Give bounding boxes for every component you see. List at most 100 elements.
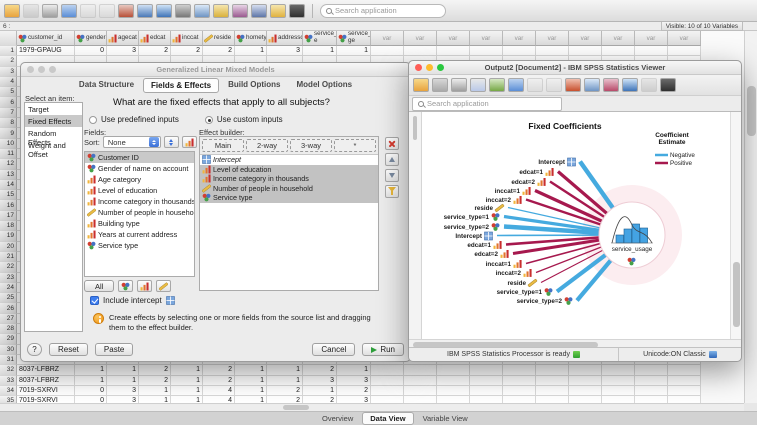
data-cell[interactable]: 7019-SXRVI bbox=[17, 386, 75, 396]
empty-cell[interactable] bbox=[470, 365, 503, 375]
dialog-tab-fields-effects[interactable]: Fields & Effects bbox=[143, 78, 219, 93]
row-number[interactable]: 11 bbox=[0, 149, 17, 159]
empty-cell[interactable] bbox=[635, 376, 668, 386]
data-cell[interactable]: 2 bbox=[203, 46, 235, 56]
value-labels-icon[interactable] bbox=[270, 4, 286, 18]
row-number[interactable]: 17 bbox=[0, 211, 17, 221]
save-icon[interactable] bbox=[23, 4, 39, 18]
item-target[interactable]: Target bbox=[25, 103, 82, 115]
data-cell[interactable]: 2 bbox=[171, 46, 203, 56]
row-number[interactable]: 18 bbox=[0, 221, 17, 231]
move-down-button[interactable] bbox=[385, 169, 399, 182]
data-cell[interactable]: 1 bbox=[139, 386, 171, 396]
empty-cell[interactable] bbox=[602, 376, 635, 386]
empty-cell[interactable] bbox=[470, 386, 503, 396]
undo-icon[interactable] bbox=[80, 4, 96, 18]
save-icon[interactable] bbox=[432, 78, 448, 92]
insert-variable-icon[interactable] bbox=[213, 4, 229, 18]
checkbox-checked-icon[interactable] bbox=[90, 296, 99, 305]
sort-by-measure-button[interactable] bbox=[182, 136, 197, 148]
viewer-search-input[interactable] bbox=[427, 99, 532, 108]
effect-type-main[interactable]: Main bbox=[202, 139, 244, 152]
insert-chart-icon[interactable] bbox=[603, 78, 619, 92]
var-column-header[interactable]: var bbox=[536, 31, 569, 46]
radio-use-custom-inputs[interactable]: Use custom inputs bbox=[205, 115, 283, 124]
data-cell[interactable]: 1 bbox=[235, 376, 267, 386]
var-column-header[interactable]: var bbox=[569, 31, 602, 46]
row-number[interactable]: 19 bbox=[0, 231, 17, 241]
row-number[interactable]: 24 bbox=[0, 283, 17, 293]
var-column-header[interactable]: var bbox=[404, 31, 437, 46]
row-number[interactable]: 7 bbox=[0, 108, 17, 118]
field-number-of-people-in-household[interactable]: Number of people in household bbox=[85, 207, 194, 218]
row-number[interactable]: 21 bbox=[0, 252, 17, 262]
field-income-category-in-thousands[interactable]: Income category in thousands bbox=[85, 196, 194, 207]
item-weight-and-offset[interactable]: Weight and Offset bbox=[25, 139, 82, 151]
data-cell[interactable]: 2 bbox=[337, 386, 371, 396]
empty-cell[interactable] bbox=[437, 365, 470, 375]
field-years-at-current-address[interactable]: Years at current address bbox=[85, 229, 194, 240]
field-gender-of-name-on-account[interactable]: Gender of name on account bbox=[85, 163, 194, 174]
data-cell[interactable]: 3 bbox=[337, 376, 371, 386]
field-level-of-education[interactable]: Level of education bbox=[85, 185, 194, 196]
empty-cell[interactable] bbox=[437, 386, 470, 396]
data-cell[interactable]: 3 bbox=[107, 386, 139, 396]
row-number[interactable]: 23 bbox=[0, 273, 17, 283]
row-number[interactable]: 28 bbox=[0, 324, 17, 334]
empty-cell[interactable] bbox=[470, 376, 503, 386]
data-cell[interactable]: 1 bbox=[267, 376, 303, 386]
row-number[interactable]: 12 bbox=[0, 159, 17, 169]
search-application-box[interactable] bbox=[320, 4, 446, 18]
data-cell[interactable]: 2 bbox=[139, 46, 171, 56]
data-cell[interactable]: 0 bbox=[75, 386, 107, 396]
item-random-effects[interactable]: Random Effects bbox=[25, 127, 82, 139]
var-column-header[interactable]: var bbox=[503, 31, 536, 46]
viewer-titlebar[interactable]: Output2 [Document2] - IBM SPSS Statistic… bbox=[409, 61, 741, 75]
row-number[interactable]: 5 bbox=[0, 87, 17, 97]
row-number[interactable]: 3 bbox=[0, 67, 17, 77]
include-intercept-row[interactable]: Include intercept bbox=[90, 296, 175, 305]
scrollbar-thumb[interactable] bbox=[747, 86, 756, 136]
empty-cell[interactable] bbox=[371, 376, 404, 386]
reset-button[interactable]: Reset bbox=[49, 343, 88, 356]
insert-table-icon[interactable] bbox=[584, 78, 600, 92]
row-number[interactable]: 4 bbox=[0, 77, 17, 87]
data-cell[interactable]: 2 bbox=[203, 376, 235, 386]
row-number[interactable]: 32 bbox=[0, 365, 17, 375]
item-fixed-effects[interactable]: Fixed Effects bbox=[25, 115, 82, 127]
empty-cell[interactable] bbox=[602, 365, 635, 375]
empty-cell[interactable] bbox=[602, 386, 635, 396]
radio-icon-selected[interactable] bbox=[205, 116, 213, 124]
row-number[interactable]: 13 bbox=[0, 170, 17, 180]
sort-dropdown[interactable]: None bbox=[103, 136, 161, 148]
open-output-icon[interactable] bbox=[413, 78, 429, 92]
dropdown-stepper-icon[interactable] bbox=[149, 137, 159, 147]
empty-cell[interactable] bbox=[569, 46, 602, 56]
data-cell[interactable]: 1979-GPAUG bbox=[17, 46, 75, 56]
all-fields-button[interactable]: All bbox=[84, 280, 114, 292]
empty-cell[interactable] bbox=[503, 365, 536, 375]
find-icon[interactable] bbox=[175, 4, 191, 18]
search-input[interactable] bbox=[335, 6, 440, 15]
empty-cell[interactable] bbox=[404, 46, 437, 56]
effect-type-3-way[interactable]: 3-way bbox=[290, 139, 332, 152]
column-header-edcat[interactable]: edcat bbox=[139, 31, 171, 46]
data-cell[interactable]: 2 bbox=[203, 365, 235, 375]
add-nested-term-button[interactable] bbox=[385, 185, 399, 198]
effect-level-of-education[interactable]: Level of education bbox=[200, 165, 378, 175]
empty-cell[interactable] bbox=[371, 386, 404, 396]
data-cell[interactable]: 3 bbox=[267, 46, 303, 56]
row-number[interactable]: 26 bbox=[0, 303, 17, 313]
empty-cell[interactable] bbox=[404, 386, 437, 396]
filter-ordinal-button[interactable] bbox=[137, 280, 152, 292]
var-column-header[interactable]: var bbox=[602, 31, 635, 46]
row-number[interactable]: 15 bbox=[0, 190, 17, 200]
goto-data-icon[interactable] bbox=[565, 78, 581, 92]
empty-cell[interactable] bbox=[635, 46, 668, 56]
empty-cell[interactable] bbox=[569, 386, 602, 396]
effect-type-2-way[interactable]: 2-way bbox=[246, 139, 288, 152]
move-up-button[interactable] bbox=[385, 153, 399, 166]
data-cell[interactable]: 1 bbox=[171, 365, 203, 375]
column-header-hometype[interactable]: hometype bbox=[235, 31, 267, 46]
data-cell[interactable]: 1 bbox=[107, 365, 139, 375]
